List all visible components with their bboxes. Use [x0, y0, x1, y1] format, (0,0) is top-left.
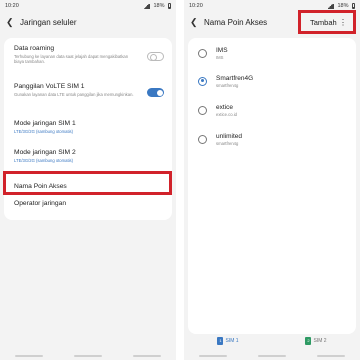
battery-icon — [351, 3, 355, 9]
page-title: Nama Poin Akses — [204, 17, 268, 27]
apn-text: Smartfren4G smartfren4g — [216, 75, 253, 88]
setting-title: Panggilan VoLTE SIM 1 — [14, 83, 85, 90]
setting-value: LTE/3G/2G (sambung otomatis) — [14, 128, 74, 134]
battery-percent: 18% — [153, 3, 165, 9]
sim-tab-label: SIM 2 — [313, 338, 327, 344]
setting-network-mode-sim1[interactable]: Mode jaringan SIM 1 LTE/3G/2G (sambung o… — [4, 120, 172, 134]
apn-radio-selected[interactable] — [198, 76, 207, 86]
volte-toggle[interactable] — [147, 88, 164, 97]
nav-back[interactable] — [316, 355, 345, 357]
apn-item-unlimited[interactable]: unlimited smartfren4g — [188, 126, 356, 152]
signal-icon — [142, 3, 151, 9]
apn-text: IMS IMS — [216, 47, 228, 60]
setting-network-operator[interactable]: Operator jaringan — [4, 200, 172, 207]
setting-network-mode-sim2[interactable]: Mode jaringan SIM 2 LTE/3G/2G (sambung o… — [4, 149, 172, 163]
back-arrow-icon[interactable]: ❮ — [6, 17, 18, 28]
signal-icon — [326, 3, 335, 9]
setting-value: LTE/3G/2G (sambung otomatis) — [14, 157, 74, 163]
tab-sim2[interactable]: 2 SIM 2 — [305, 337, 327, 345]
nav-recents[interactable] — [15, 355, 44, 357]
screen-access-point-names: 10:20 18% ❮ Nama Poin Akses Tambah ⋮ IMS… — [184, 0, 360, 360]
apn-value: smartfren4g — [216, 140, 239, 146]
sim-card-icon: 1 — [217, 337, 224, 345]
status-icons: 18% — [142, 3, 171, 9]
highlight-box — [3, 171, 172, 195]
setting-title: Mode jaringan SIM 2 — [14, 149, 76, 156]
status-icons: 18% — [326, 3, 355, 9]
setting-description: Gunakan layanan data LTE untuk panggilan… — [14, 91, 134, 97]
setting-title: Mode jaringan SIM 1 — [14, 120, 76, 127]
setting-data-roaming[interactable]: Data roaming Terhubung ke layanan data s… — [4, 45, 172, 64]
setting-title: Operator jaringan — [14, 200, 67, 207]
data-roaming-toggle[interactable] — [147, 52, 164, 61]
system-nav-bar — [0, 352, 176, 360]
apn-name: IMS — [216, 46, 228, 54]
setting-title: Data roaming — [14, 45, 55, 52]
apn-value: extice.co.id — [216, 111, 237, 117]
apn-item-extice[interactable]: extice extice.co.id — [188, 97, 356, 123]
sim-tab-label: SIM 1 — [225, 338, 239, 344]
battery-icon — [167, 3, 171, 9]
apn-name: Smartfren4G — [216, 74, 254, 82]
sim-tabs: 1 SIM 1 2 SIM 2 — [184, 333, 360, 349]
status-time: 10:20 — [189, 3, 203, 9]
page-title: Jaringan seluler — [20, 17, 77, 27]
nav-home[interactable] — [257, 355, 286, 357]
screen-mobile-network: 10:20 18% ❮ Jaringan seluler Data roamin… — [0, 0, 176, 360]
apn-radio[interactable] — [198, 134, 207, 144]
apn-item-smartfren4g[interactable]: Smartfren4G smartfren4g — [188, 68, 356, 94]
nav-recents[interactable] — [199, 355, 228, 357]
apn-value: smartfren4g — [216, 82, 239, 88]
back-arrow-icon[interactable]: ❮ — [190, 17, 202, 28]
apn-list-card: IMS IMS Smartfren4G smartfren4g extice e… — [188, 38, 356, 334]
apn-name: unlimited — [216, 132, 243, 140]
apn-text: extice extice.co.id — [216, 104, 237, 117]
battery-percent: 18% — [337, 3, 349, 9]
apn-name: extice — [216, 103, 233, 111]
nav-back[interactable] — [132, 355, 161, 357]
setting-description: Terhubung ke layanan data saat jelajah d… — [14, 53, 129, 64]
status-time: 10:20 — [5, 3, 19, 9]
setting-volte-sim1[interactable]: Panggilan VoLTE SIM 1 Gunakan layanan da… — [4, 83, 172, 97]
apn-radio[interactable] — [198, 105, 207, 115]
status-bar: 10:20 18% — [0, 0, 176, 12]
system-nav-bar — [184, 352, 360, 360]
sim-card-icon: 2 — [305, 337, 312, 345]
app-bar: ❮ Jaringan seluler — [0, 12, 176, 32]
apn-value: IMS — [216, 54, 224, 60]
nav-home[interactable] — [73, 355, 102, 357]
highlight-box — [298, 10, 356, 34]
apn-item-ims[interactable]: IMS IMS — [188, 40, 356, 66]
apn-radio[interactable] — [198, 48, 207, 58]
apn-text: unlimited smartfren4g — [216, 133, 242, 146]
tab-sim1[interactable]: 1 SIM 1 — [217, 337, 239, 345]
